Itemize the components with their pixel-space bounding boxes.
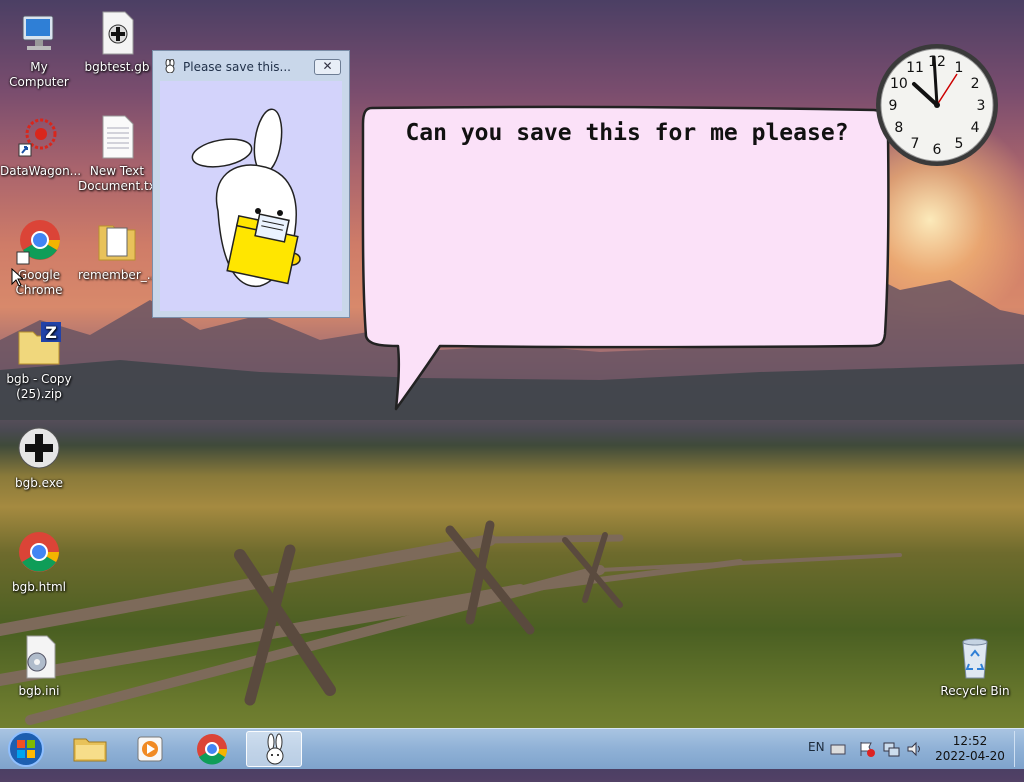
volume-icon[interactable] [906, 740, 924, 780]
show-desktop-button[interactable] [1014, 731, 1024, 767]
desktop-icon-bgbtest[interactable]: bgbtest.gb [78, 10, 156, 75]
media-player-icon [137, 736, 163, 762]
clock-numeral: 11 [906, 60, 924, 76]
desktop-icon-bgb-copy-zip[interactable]: Z bgb - Copy (25).zip [0, 322, 78, 402]
action-center-flag-icon[interactable] [858, 740, 876, 780]
bunny-holding-folder-illustration [191, 108, 301, 288]
desktop-icon-bgb-exe[interactable]: bgb.exe [0, 426, 78, 491]
gamepad-app-icon [15, 426, 63, 474]
svg-text:Z: Z [45, 323, 57, 342]
clock-numeral: 7 [911, 136, 920, 152]
desktop-icon-recycle-bin[interactable]: Recycle Bin [936, 634, 1014, 699]
zip-folder-icon: Z [15, 322, 63, 370]
window-title: Please save this... [183, 60, 291, 74]
clock-numeral: 6 [933, 142, 942, 158]
taskbar-chrome-button[interactable] [184, 731, 240, 767]
desktop-icon-label: bgb.ini [18, 684, 60, 698]
taskbar-explorer-button[interactable] [62, 731, 118, 767]
settings-file-icon [15, 634, 63, 682]
mouse-cursor-icon [11, 268, 23, 287]
clock-numeral: 12 [928, 54, 946, 70]
clock-numeral: 3 [977, 98, 986, 114]
start-button[interactable] [4, 730, 48, 768]
clock-numeral: 2 [971, 76, 980, 92]
desktop-icon-bgb-ini[interactable]: bgb.ini [0, 634, 78, 699]
wooden-fence [0, 520, 902, 725]
desktop-icon-label: bgb - Copy (25).zip [6, 372, 72, 401]
clock-numeral: 8 [894, 120, 903, 136]
network-icon[interactable] [882, 740, 900, 780]
bunny-window[interactable]: Please save this... ✕ [152, 50, 350, 318]
folder-icon [93, 218, 141, 266]
desktop-icon-remember[interactable]: remember_... [78, 218, 159, 283]
desktop-icon-label: remember_... [78, 268, 159, 282]
clock-numeral: 5 [955, 136, 964, 152]
speech-bubble-text: Can you save this for me please? [405, 120, 849, 146]
taskbar-bunny-button[interactable] [246, 731, 302, 767]
desktop-icon-new-text-document[interactable]: New Text Document.txt [78, 114, 161, 194]
datawagon-icon [15, 114, 63, 162]
taskbar: EN 12:52 2022-04-20 [0, 728, 1024, 769]
keyboard-icon[interactable] [830, 742, 846, 782]
windows-logo-icon [8, 731, 44, 767]
desktop-icon-label: bgbtest.gb [84, 60, 150, 74]
bunny-app-icon [266, 733, 284, 765]
taskbar-media-player-button[interactable] [122, 731, 178, 767]
desktop-icon-label: Recycle Bin [940, 684, 1010, 698]
desktop-icon-label: bgb.html [12, 580, 66, 594]
desktop-icon-bgb-html[interactable]: bgb.html [0, 530, 78, 595]
chrome-icon [197, 734, 228, 765]
close-button[interactable]: ✕ [314, 59, 341, 75]
text-file-icon [93, 114, 141, 162]
window-titlebar[interactable]: Please save this... ✕ [153, 51, 349, 81]
taskbar-time: 12:52 [952, 734, 988, 748]
speech-bubble [361, 105, 890, 411]
bunny-app-icon [163, 58, 177, 76]
gamepad-file-icon [93, 10, 141, 58]
close-icon: ✕ [322, 59, 333, 73]
clock-numeral: 4 [971, 120, 980, 136]
desktop-icon-my-computer[interactable]: My Computer [0, 10, 78, 90]
clock-numeral: 10 [890, 76, 908, 92]
chrome-icon [15, 530, 63, 578]
recycle-bin-icon [951, 634, 999, 682]
clock-numeral: 9 [889, 98, 898, 114]
computer-icon [15, 10, 63, 58]
taskbar-clock[interactable]: 12:52 2022-04-20 [930, 734, 1010, 764]
explorer-icon [73, 738, 107, 762]
desktop-icon-datawagon[interactable]: DataWagon... [0, 114, 82, 179]
language-indicator[interactable]: EN [808, 740, 825, 780]
clock-gadget[interactable]: 12 12 3 45678 9 1011 [874, 42, 1000, 168]
desktop-icon-label: bgb.exe [15, 476, 63, 490]
chrome-icon [15, 218, 63, 266]
taskbar-date: 2022-04-20 [935, 749, 1005, 763]
desktop-icon-label: DataWagon... [0, 164, 82, 178]
desktop-icon-label: New Text Document.txt [78, 164, 161, 193]
desktop-icon-label: My Computer [9, 60, 69, 89]
window-content [160, 81, 342, 311]
clock-numeral: 1 [955, 60, 964, 76]
